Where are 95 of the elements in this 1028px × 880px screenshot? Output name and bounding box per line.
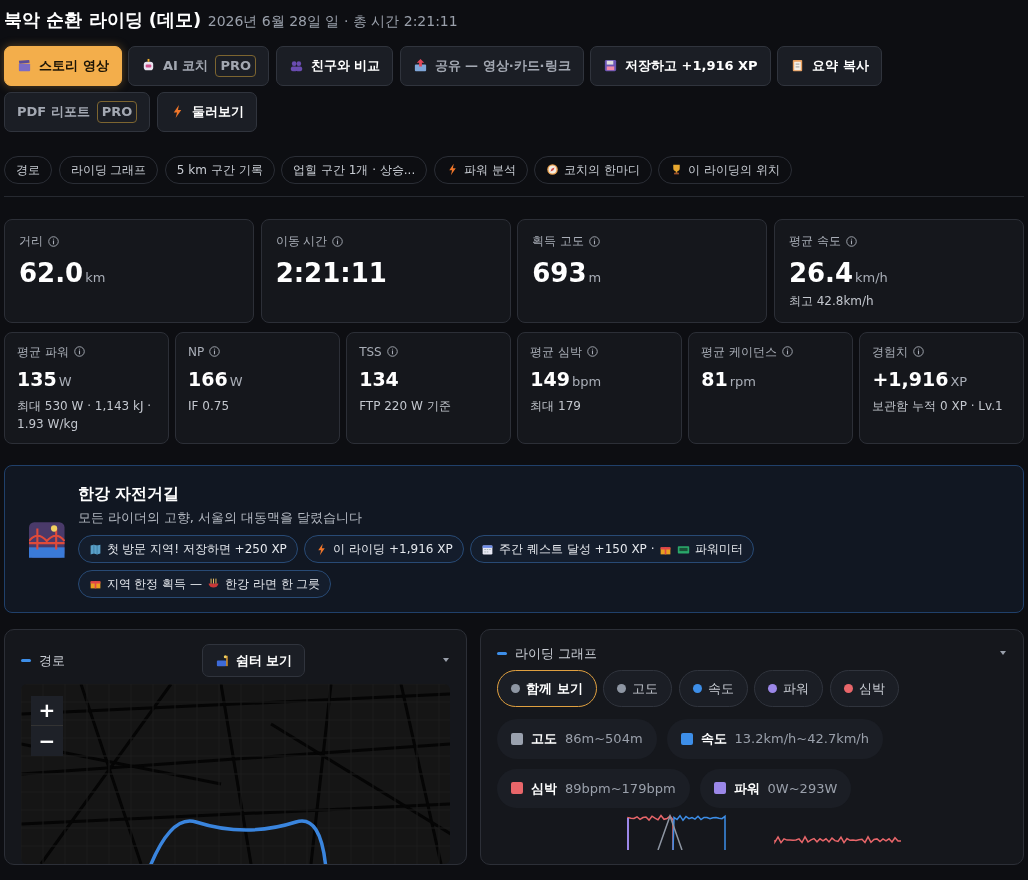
- tag-text: 이 라이딩 +1,916 XP: [333, 541, 453, 559]
- tag-text: 한강 라면 한 그릇: [225, 575, 321, 593]
- stat-label: NP: [188, 343, 205, 361]
- series-filter[interactable]: 심박: [829, 669, 899, 708]
- info-icon[interactable]: [73, 346, 85, 358]
- region-description: 모든 라이더의 고향, 서울의 대동맥을 달렸습니다: [77, 508, 364, 527]
- shelter-button[interactable]: 쉼터 보기: [201, 643, 306, 678]
- region-title: 한강 자전거길: [77, 482, 181, 505]
- stat-value: +1,916: [872, 367, 949, 390]
- stat-value: 26.4: [788, 258, 854, 288]
- stat-unit: m: [588, 270, 602, 285]
- action-button[interactable]: 친구와 비교: [275, 46, 394, 86]
- legend-range: 86m~504m: [565, 730, 643, 749]
- shelter-icon: [214, 652, 230, 668]
- stat-label: 평균 파워: [17, 343, 69, 361]
- info-icon[interactable]: [589, 235, 601, 247]
- info-icon[interactable]: [48, 235, 59, 247]
- legend-name: 파워: [733, 779, 760, 798]
- stat-value: 149: [530, 367, 570, 390]
- legend-name: 속도: [700, 730, 727, 749]
- series-filter[interactable]: 속도: [678, 669, 748, 708]
- stat-value: 166: [188, 367, 228, 390]
- people-icon: [288, 58, 304, 74]
- legend-range: 0W~293W: [767, 779, 838, 798]
- stat-note: IF 0.75: [188, 397, 231, 415]
- legend-range: 89bpm~179bpm: [565, 779, 676, 798]
- noodle-bowl-icon: [207, 577, 220, 591]
- stat-label: 경험치: [872, 343, 909, 361]
- stat-value: 2:21:11: [275, 258, 387, 288]
- stat-label: 이동 시간: [275, 233, 328, 250]
- info-icon[interactable]: [587, 346, 599, 358]
- legend-range: 13.2km/h~42.7km/h: [734, 730, 869, 749]
- map-icon: [88, 542, 102, 556]
- title-marker: [497, 651, 507, 655]
- pro-badge: PRO: [96, 101, 138, 123]
- action-button[interactable]: 둘러보기: [156, 92, 257, 132]
- action-button[interactable]: 공유 — 영상·카드·링크: [399, 46, 584, 86]
- inbox-upload-icon: [412, 58, 428, 74]
- info-icon[interactable]: [845, 235, 857, 247]
- action-button[interactable]: 스토리 영상: [4, 46, 122, 86]
- tag-text: 지역 한정 획득 —: [106, 575, 202, 593]
- info-icon[interactable]: [782, 346, 794, 358]
- action-button[interactable]: 저장하고 +1,916 XP: [590, 46, 771, 86]
- page-title: 북악 순환 라이딩 (데모): [4, 8, 202, 32]
- legend-name: 고도: [531, 730, 557, 749]
- calendar-icon: [481, 542, 495, 556]
- stat-label: 평균 속도: [788, 233, 841, 250]
- stat-value: 62.0: [19, 258, 84, 288]
- stat-note: 최고 42.8km/h: [788, 293, 875, 311]
- info-icon[interactable]: [209, 346, 221, 358]
- bridge-icon: [29, 521, 65, 558]
- zoom-in-button[interactable]: +: [31, 695, 63, 726]
- stat-note: 최대 179: [530, 397, 582, 415]
- stat-label: TSS: [359, 343, 382, 361]
- stat-label: 평균 심박: [530, 343, 583, 361]
- pro-badge: PRO: [215, 55, 257, 77]
- title-marker: [21, 658, 31, 662]
- caret-icon[interactable]: [999, 650, 1007, 657]
- legend-name: 심박: [531, 779, 557, 798]
- series-filter[interactable]: 함께 보기: [497, 669, 597, 708]
- stat-value: 693: [532, 258, 587, 288]
- action-button[interactable]: PDF 리포트 PRO: [4, 92, 151, 132]
- stat-value: 135: [17, 367, 57, 390]
- action-button[interactable]: 요약 복사: [777, 46, 882, 86]
- info-icon[interactable]: [332, 235, 344, 247]
- series-filter[interactable]: 파워: [754, 669, 824, 708]
- series-filter[interactable]: 고도: [603, 669, 673, 708]
- clapper-icon: [17, 58, 32, 74]
- stat-value: 134: [359, 367, 399, 390]
- caret-icon[interactable]: [442, 657, 450, 664]
- stat-value: 81: [701, 367, 728, 390]
- tag-text: 첫 방문 지역! 저장하면 +250 XP: [106, 541, 287, 559]
- stat-note: 보관함 누적 0 XP · Lv.1: [872, 397, 1004, 415]
- stat-label: 거리: [19, 233, 43, 250]
- tag-text: 파워미터: [695, 541, 744, 559]
- stat-unit: km/h: [855, 270, 888, 285]
- stat-unit: rpm: [729, 373, 757, 389]
- compass-icon: [546, 163, 560, 176]
- stat-unit: W: [229, 373, 243, 389]
- stat-unit: km: [85, 270, 106, 285]
- info-icon[interactable]: [913, 346, 925, 358]
- tag-text: 주간 퀘스트 달성 +150 XP ·: [499, 541, 655, 559]
- panel-title: 경로: [39, 651, 65, 670]
- zoom-out-button[interactable]: −: [31, 725, 63, 756]
- stat-unit: bpm: [571, 373, 602, 389]
- stat-unit: XP: [950, 373, 968, 389]
- stat-note: 최대 530 W · 1,143 kJ · 1.93 W/kg: [17, 397, 153, 433]
- stat-label: 평균 케이던스: [701, 343, 778, 361]
- stat-unit: W: [58, 373, 72, 389]
- stat-note: FTP 220 W 기준: [359, 397, 452, 415]
- info-icon[interactable]: [386, 346, 398, 358]
- ride-date: 2026년 6월 28일 일 · 총 시간 2:21:11: [207, 12, 458, 31]
- stat-label: 획득 고도: [532, 233, 585, 250]
- panel-title: 라이딩 그래프: [515, 644, 598, 663]
- action-button[interactable]: AI 코치 PRO: [128, 46, 270, 86]
